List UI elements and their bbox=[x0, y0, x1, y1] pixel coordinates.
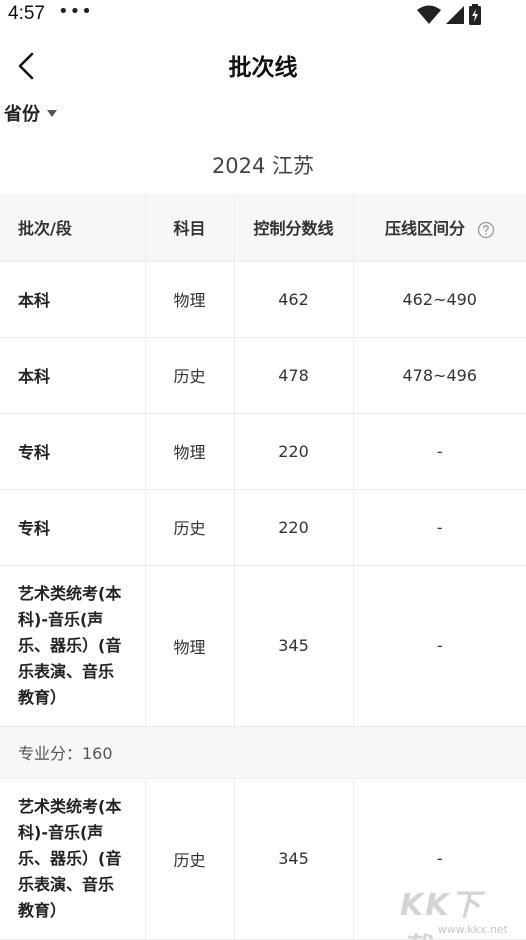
table-header-row: 批次/段 科目 控制分数线 压线区间分 bbox=[0, 194, 526, 262]
cell-control-score: 345 bbox=[234, 778, 354, 940]
cell-range: - bbox=[353, 565, 526, 727]
batch-line: 艺术类统考(本 bbox=[18, 796, 122, 816]
table-row: 本科 物理 462 462~490 bbox=[0, 261, 526, 338]
table-row: 专科 物理 220 - bbox=[0, 413, 526, 490]
batch-line: 教育） bbox=[18, 900, 67, 920]
watermark-url: www.kkx.net bbox=[437, 923, 508, 936]
cell-subject: 物理 bbox=[145, 413, 235, 490]
table-note-row: 专业分：160 bbox=[0, 726, 526, 779]
header-range[interactable]: 压线区间分 bbox=[353, 194, 526, 262]
cell-subject: 历史 bbox=[145, 778, 235, 940]
professional-score-note: 专业分：160 bbox=[0, 726, 526, 779]
header-batch: 批次/段 bbox=[0, 194, 146, 262]
province-dropdown[interactable]: 省份 bbox=[4, 100, 57, 126]
cell-batch: 专科 bbox=[0, 489, 146, 566]
table-row: 专科 历史 220 - bbox=[0, 489, 526, 566]
cell-subject: 历史 bbox=[145, 489, 235, 566]
batch-line: 科)-音乐(声 bbox=[18, 822, 104, 842]
page-title: 批次线 bbox=[228, 55, 298, 81]
watermark: KK下载 www.kkx.net bbox=[400, 880, 522, 940]
cell-batch: 本科 bbox=[0, 337, 146, 414]
header-control-score: 控制分数线 bbox=[234, 194, 354, 262]
cell-control-score: 345 bbox=[234, 565, 354, 727]
battery-charging-icon bbox=[469, 4, 481, 25]
cell-range: 462~490 bbox=[353, 261, 526, 338]
batch-line: 艺术类统考(本 bbox=[18, 583, 122, 603]
question-circle-icon[interactable] bbox=[477, 221, 495, 239]
year-region-heading: 2024 江苏 bbox=[211, 154, 315, 178]
cell-batch: 本科 bbox=[0, 261, 146, 338]
status-bar: 4:57 ••• bbox=[0, 0, 526, 30]
cell-control-score: 478 bbox=[234, 337, 354, 414]
cell-range: - bbox=[353, 489, 526, 566]
cell-control-score: 462 bbox=[234, 261, 354, 338]
cell-batch: 专科 bbox=[0, 413, 146, 490]
cell-batch: 艺术类统考(本 科)-音乐(声 乐、器乐）(音 乐表演、音乐 教育） bbox=[0, 778, 146, 940]
cell-range: - bbox=[353, 413, 526, 490]
caret-down-icon bbox=[47, 109, 57, 117]
cell-range: 478~496 bbox=[353, 337, 526, 414]
cell-subject: 物理 bbox=[145, 261, 235, 338]
cell-subject: 物理 bbox=[145, 565, 235, 727]
batch-line: 科)-音乐(声 bbox=[18, 609, 104, 629]
cell-subject: 历史 bbox=[145, 337, 235, 414]
signal-icon bbox=[446, 6, 464, 24]
header-range-label: 压线区间分 bbox=[384, 219, 465, 239]
batch-line: 乐、器乐）(音 bbox=[18, 635, 122, 655]
batch-line: 乐、器乐）(音 bbox=[18, 848, 122, 868]
cell-control-score: 220 bbox=[234, 489, 354, 566]
header-subject: 科目 bbox=[145, 194, 235, 262]
batch-line: 乐表演、音乐 bbox=[18, 874, 115, 894]
cell-batch: 艺术类统考(本 科)-音乐(声 乐、器乐）(音 乐表演、音乐 教育） bbox=[0, 565, 146, 727]
nav-bar: 批次线 bbox=[0, 38, 526, 94]
wifi-icon bbox=[417, 5, 441, 24]
batch-line: 教育） bbox=[18, 687, 67, 707]
table-row: 本科 历史 478 478~496 bbox=[0, 337, 526, 414]
status-icons bbox=[416, 4, 496, 26]
batch-line: 乐表演、音乐 bbox=[18, 661, 115, 681]
status-time: 4:57 bbox=[8, 3, 45, 24]
cell-control-score: 220 bbox=[234, 413, 354, 490]
province-label: 省份 bbox=[4, 104, 40, 125]
status-more-indicator: ••• bbox=[58, 1, 93, 22]
table-row: 艺术类统考(本 科)-音乐(声 乐、器乐）(音 乐表演、音乐 教育） 物理 34… bbox=[0, 565, 526, 727]
cutoff-table: 批次/段 科目 控制分数线 压线区间分 本科 物理 462 462~490 本科… bbox=[0, 194, 526, 940]
